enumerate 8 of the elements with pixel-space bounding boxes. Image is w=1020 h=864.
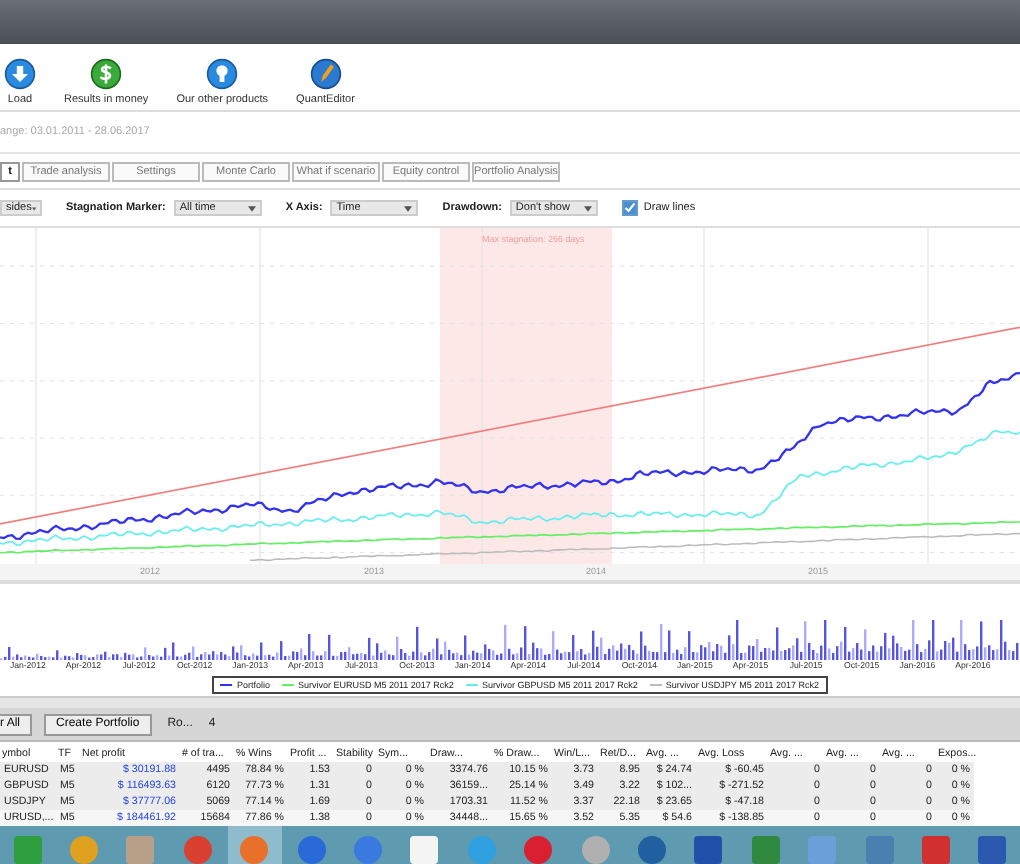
caret-icon [404,205,413,211]
check-icon [623,202,636,214]
pencil-icon [309,58,342,90]
splitter-handle[interactable] [0,696,1020,708]
taskbar-button[interactable] [227,826,282,864]
caret-icon [247,205,256,211]
caret-icon [583,205,592,211]
dollar-icon [90,58,123,90]
